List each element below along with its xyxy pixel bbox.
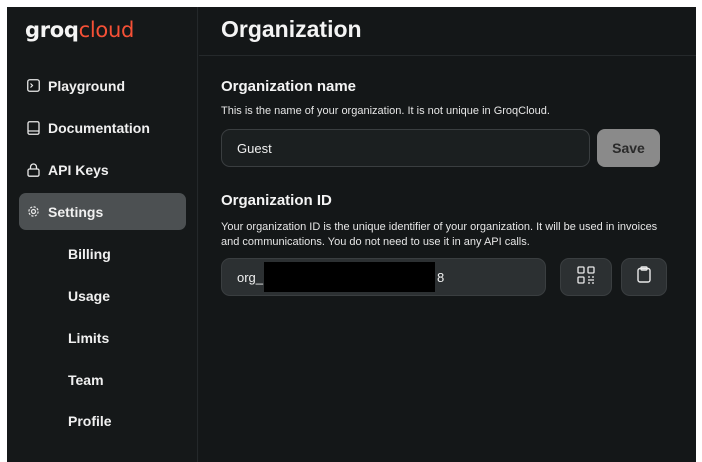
- sidebar-item-settings[interactable]: Settings: [19, 193, 186, 230]
- org-name-description: This is the name of your organization. I…: [221, 105, 550, 117]
- sidebar-item-playground[interactable]: Playground: [19, 67, 186, 104]
- org-id-description: Your organization ID is the unique ident…: [221, 221, 658, 248]
- sidebar-subitem-usage[interactable]: Usage: [68, 285, 110, 307]
- sidebar-subitem-limits[interactable]: Limits: [68, 327, 109, 349]
- gear-icon: [26, 205, 40, 219]
- org-name-heading: Organization name: [221, 78, 357, 95]
- sidebar-item-documentation[interactable]: Documentation: [19, 109, 186, 146]
- groqcloud-logo[interactable]: groqcloud: [25, 13, 134, 47]
- sidebar-subitem-billing[interactable]: Billing: [68, 243, 111, 265]
- header-divider: [199, 55, 696, 56]
- main-content: Organization Organization name This is t…: [199, 7, 696, 462]
- sidebar-item-label: API Keys: [48, 161, 109, 178]
- sidebar-item-label: Playground: [48, 77, 126, 94]
- sidebar-item-api-keys[interactable]: API Keys: [19, 151, 186, 188]
- qr-code-button[interactable]: [560, 258, 612, 296]
- org-id-suffix: 8: [437, 269, 445, 285]
- org-id-field[interactable]: org_ 8: [221, 258, 546, 296]
- logo-groq: groq: [25, 18, 79, 42]
- redacted-block: [264, 262, 436, 292]
- save-button[interactable]: Save: [597, 129, 660, 167]
- sidebar-item-label: Settings: [48, 203, 104, 220]
- clipboard-icon: [637, 266, 651, 288]
- org-id-heading: Organization ID: [221, 192, 332, 209]
- app-window: groqcloud Playground Documentation API K…: [7, 7, 696, 462]
- lock-icon: [26, 162, 40, 177]
- org-name-input[interactable]: [221, 129, 590, 167]
- terminal-icon: [26, 79, 40, 93]
- logo-cloud: cloud: [78, 18, 135, 42]
- page-title: Organization: [221, 16, 362, 42]
- sidebar: groqcloud Playground Documentation API K…: [7, 7, 198, 462]
- book-icon: [26, 120, 40, 135]
- org-id-prefix: org_: [237, 269, 264, 285]
- sidebar-subitem-profile[interactable]: Profile: [68, 410, 112, 432]
- qr-code-icon: [577, 265, 595, 289]
- sidebar-subitem-team[interactable]: Team: [68, 369, 104, 391]
- copy-button[interactable]: [621, 258, 667, 296]
- sidebar-item-label: Documentation: [48, 119, 150, 136]
